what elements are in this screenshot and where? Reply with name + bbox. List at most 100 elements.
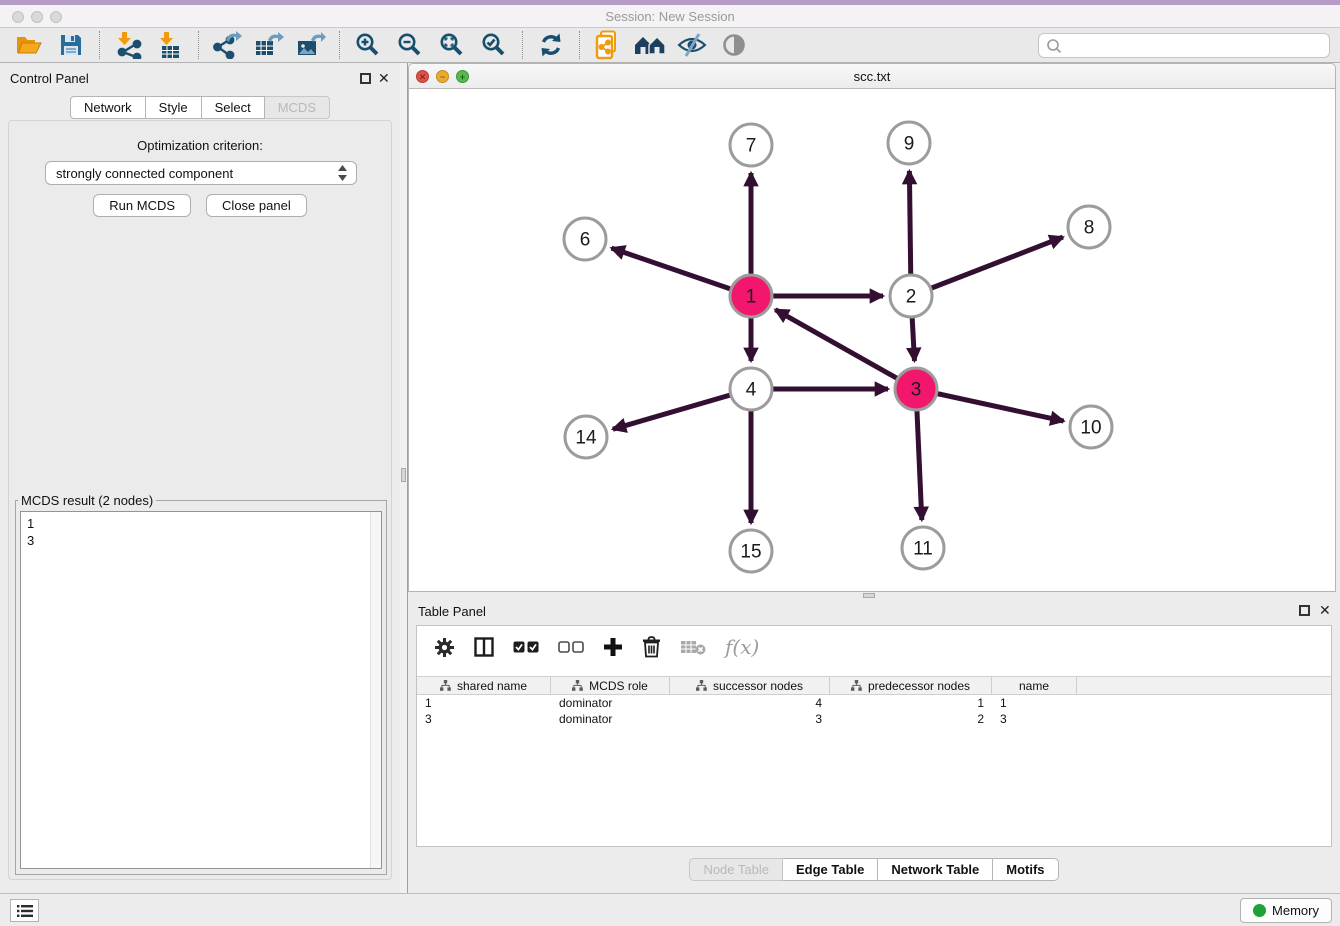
show-all-views-button[interactable]: [633, 30, 667, 60]
float-panel-icon[interactable]: [360, 73, 371, 84]
mcds-result-list[interactable]: 1 3: [20, 511, 382, 869]
tab-network-table[interactable]: Network Table: [878, 858, 993, 881]
graph-node-14[interactable]: 14: [565, 416, 607, 458]
export-image-button[interactable]: [294, 30, 328, 60]
cell-successor-nodes[interactable]: 3: [670, 711, 830, 727]
show-columns-icon[interactable]: [474, 637, 494, 657]
table-toolbar: f(x): [417, 626, 1331, 668]
float-panel-icon[interactable]: [1299, 605, 1310, 616]
cell-name[interactable]: 3: [992, 711, 1077, 727]
zoom-in-button[interactable]: [351, 30, 385, 60]
mcds-panel: Optimization criterion: strongly connect…: [8, 120, 392, 880]
open-session-button[interactable]: [12, 30, 46, 60]
edge-3-1[interactable]: [775, 310, 916, 389]
column-header-shared-name[interactable]: shared name: [417, 677, 551, 694]
tab-network[interactable]: Network: [70, 96, 146, 119]
delete-column-trash-icon[interactable]: [642, 636, 661, 658]
graph-node-15[interactable]: 15: [730, 530, 772, 572]
splitter-grip[interactable]: [401, 468, 406, 482]
memory-button[interactable]: Memory: [1240, 898, 1332, 923]
toolbar-separator: [522, 31, 523, 59]
tab-node-table[interactable]: Node Table: [689, 858, 783, 881]
import-network-button[interactable]: [111, 30, 145, 60]
hide-panel-button[interactable]: [675, 30, 709, 60]
export-table-button[interactable]: [252, 30, 286, 60]
import-table-button[interactable]: [153, 30, 187, 60]
export-network-button[interactable]: [210, 30, 244, 60]
window-title: Session: New Session: [0, 9, 1340, 24]
hierarchy-icon: [696, 680, 707, 691]
cell-mcds-role[interactable]: dominator: [551, 695, 670, 711]
optimization-criterion-select[interactable]: strongly connected component: [45, 161, 357, 185]
cell-shared-name[interactable]: 1: [417, 695, 551, 711]
search-input[interactable]: [1063, 36, 1329, 56]
deselect-all-icon[interactable]: [558, 641, 584, 653]
table-options-gear-icon[interactable]: [434, 637, 455, 658]
tab-style[interactable]: Style: [146, 96, 202, 119]
close-panel-button[interactable]: Close panel: [206, 194, 307, 217]
vertical-splitter[interactable]: [400, 63, 408, 893]
graph-node-4[interactable]: 4: [730, 368, 772, 410]
cell-shared-name[interactable]: 3: [417, 711, 551, 727]
graph-node-8[interactable]: 8: [1068, 206, 1110, 248]
select-all-icon[interactable]: [513, 641, 539, 653]
column-header-predecessor-nodes[interactable]: predecessor nodes: [830, 677, 992, 694]
zoom-fit-button[interactable]: [435, 30, 469, 60]
save-session-button[interactable]: [54, 30, 88, 60]
clone-network-button[interactable]: [591, 30, 625, 60]
network-window-titlebar: ✕ − + scc.txt: [409, 64, 1335, 89]
graph-node-6[interactable]: 6: [564, 218, 606, 260]
main-toolbar: [0, 28, 1340, 63]
edge-2-8[interactable]: [911, 237, 1063, 296]
zoom-selected-button[interactable]: [477, 30, 511, 60]
toolbar-separator: [198, 31, 199, 59]
show-log-button[interactable]: [10, 899, 39, 922]
column-label: name: [1019, 679, 1049, 693]
network-glyph-icon: [214, 37, 233, 58]
mcds-result-group: MCDS result (2 nodes) 1 3: [15, 493, 387, 875]
run-mcds-button[interactable]: Run MCDS: [93, 194, 191, 217]
column-header-name[interactable]: name: [992, 677, 1077, 694]
tab-select[interactable]: Select: [202, 96, 265, 119]
splitter-grip[interactable]: [863, 593, 875, 598]
node-label: 11: [913, 539, 933, 560]
cell-name[interactable]: 1: [992, 695, 1077, 711]
graph-node-7[interactable]: 7: [730, 124, 772, 166]
graph-node-11[interactable]: 11: [902, 527, 944, 569]
apply-function-icon[interactable]: f(x): [725, 635, 759, 659]
tab-mcds[interactable]: MCDS: [265, 96, 330, 119]
column-header-mcds-role[interactable]: MCDS role: [551, 677, 670, 694]
toolbar-search: [1038, 33, 1330, 58]
graph-node-10[interactable]: 10: [1070, 406, 1112, 448]
horizontal-splitter[interactable]: [408, 592, 1340, 600]
close-panel-icon[interactable]: ✕: [378, 70, 390, 87]
cell-mcds-role[interactable]: dominator: [551, 711, 670, 727]
control-panel-header: Control Panel ✕: [0, 68, 400, 90]
table-row[interactable]: 1 dominator 4 1 1: [417, 695, 1331, 711]
cell-predecessor-nodes[interactable]: 1: [830, 695, 992, 711]
delete-table-icon[interactable]: [680, 639, 706, 655]
graph-node-2[interactable]: 2: [890, 275, 932, 317]
node-label: 2: [906, 287, 917, 308]
table-row[interactable]: 3 dominator 3 2 3: [417, 711, 1331, 727]
tab-edge-table[interactable]: Edge Table: [783, 858, 878, 881]
toggle-bird-view-button[interactable]: [717, 30, 751, 60]
apply-layout-button[interactable]: [534, 30, 568, 60]
graph-node-3[interactable]: 3: [895, 368, 937, 410]
add-column-icon[interactable]: [603, 637, 623, 657]
graph-node-1[interactable]: 1: [730, 275, 772, 317]
scrollbar-track[interactable]: [370, 512, 381, 868]
cell-successor-nodes[interactable]: 4: [670, 695, 830, 711]
node-label: 3: [911, 380, 922, 401]
network-window-title: scc.txt: [409, 69, 1335, 84]
toolbar-separator: [579, 31, 580, 59]
network-canvas[interactable]: 7 9 6 8 1 2 4 3 14 10 15 11: [409, 89, 1335, 591]
column-header-successor-nodes[interactable]: successor nodes: [670, 677, 830, 694]
close-panel-icon[interactable]: ✕: [1319, 602, 1331, 619]
graph-node-9[interactable]: 9: [888, 122, 930, 164]
zoom-selected-icon: [481, 32, 507, 58]
zoom-out-button[interactable]: [393, 30, 427, 60]
tab-motifs[interactable]: Motifs: [993, 858, 1058, 881]
edge-3-10[interactable]: [916, 389, 1064, 421]
cell-predecessor-nodes[interactable]: 2: [830, 711, 992, 727]
